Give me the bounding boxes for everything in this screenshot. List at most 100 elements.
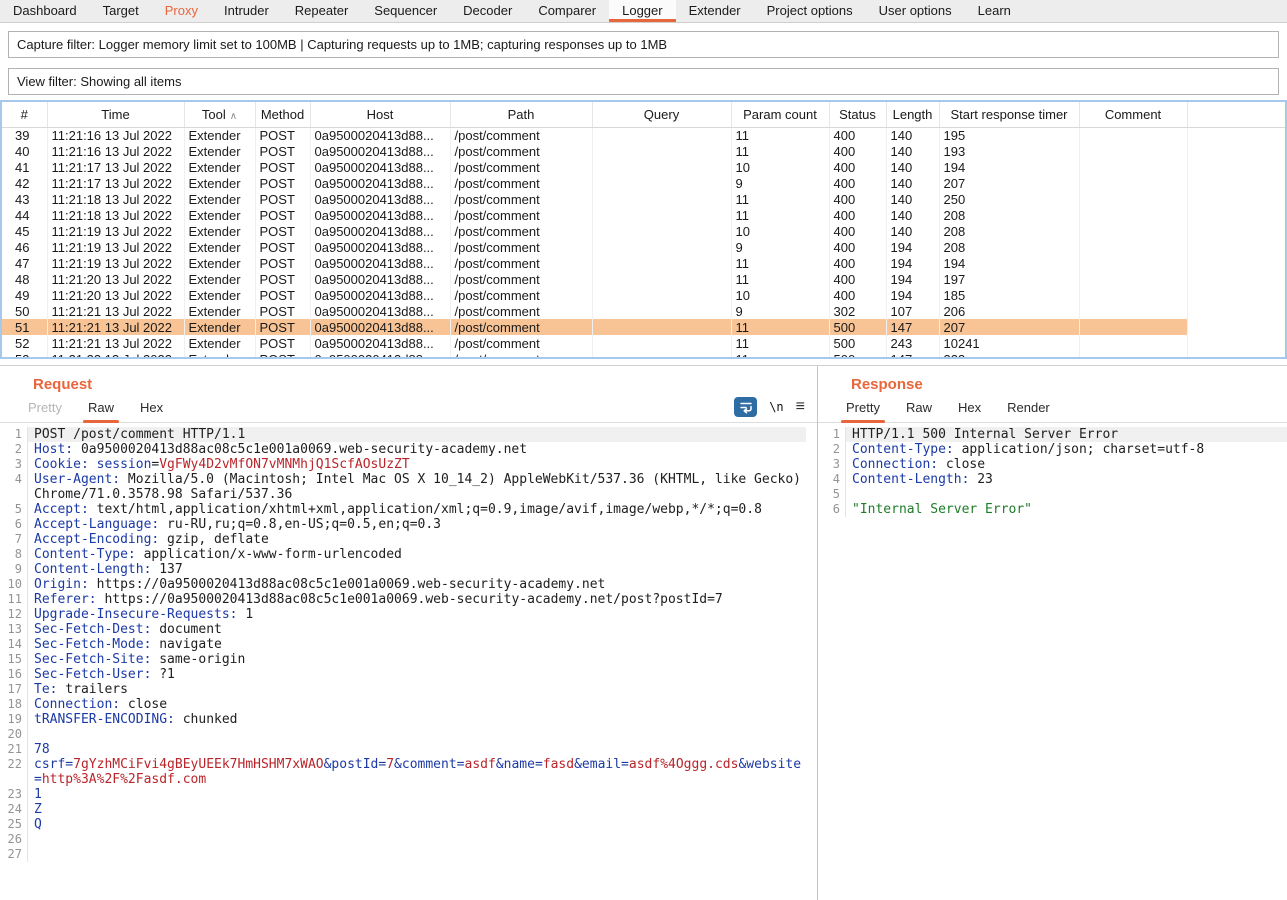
editor-line: 10Origin: https://0a9500020413d88ac08c5c… — [0, 577, 817, 592]
column-header-host[interactable]: Host — [310, 102, 450, 127]
cell-num: 42 — [2, 175, 47, 191]
table-row[interactable]: 5011:21:21 13 Jul 2022ExtenderPOST0a9500… — [2, 303, 1285, 319]
cell-path: /post/comment — [450, 175, 592, 191]
table-row[interactable]: 4811:21:20 13 Jul 2022ExtenderPOST0a9500… — [2, 271, 1285, 287]
menu-tab-repeater[interactable]: Repeater — [282, 0, 361, 22]
cell-param-count: 9 — [731, 175, 829, 191]
line-number: 13 — [0, 622, 28, 637]
table-row[interactable]: 4611:21:19 13 Jul 2022ExtenderPOST0a9500… — [2, 239, 1285, 255]
request-tabrow: PrettyRawHex \n ≡ — [0, 393, 817, 423]
cell-time: 11:21:18 13 Jul 2022 — [47, 207, 184, 223]
view-filter-text: View filter: Showing all items — [17, 74, 182, 89]
menu-tab-extender[interactable]: Extender — [676, 0, 754, 22]
table-row[interactable]: 4511:21:19 13 Jul 2022ExtenderPOST0a9500… — [2, 223, 1285, 239]
line-number: 6 — [0, 517, 28, 532]
capture-filter-bar[interactable]: Capture filter: Logger memory limit set … — [8, 31, 1279, 58]
cell-host: 0a9500020413d88... — [310, 143, 450, 159]
cell-comment — [1079, 127, 1187, 143]
line-content: "Internal Server Error" — [846, 502, 1287, 517]
response-editor[interactable]: 1HTTP/1.1 500 Internal Server Error2Cont… — [818, 423, 1287, 900]
line-content: Content-Type: application/json; charset=… — [846, 442, 1287, 457]
menu-tab-decoder[interactable]: Decoder — [450, 0, 525, 22]
table-row[interactable]: 4211:21:17 13 Jul 2022ExtenderPOST0a9500… — [2, 175, 1285, 191]
menu-tab-intruder[interactable]: Intruder — [211, 0, 282, 22]
cell-param-count: 9 — [731, 239, 829, 255]
column-header-time[interactable]: Time — [47, 102, 184, 127]
view-filter-bar[interactable]: View filter: Showing all items — [8, 68, 1279, 95]
request-tab-raw[interactable]: Raw — [78, 394, 124, 422]
table-row[interactable]: 5311:21:22 13 Jul 2022ExtenderPOST0a9500… — [2, 351, 1285, 359]
cell-method: POST — [255, 239, 310, 255]
line-content — [28, 832, 806, 847]
line-number: 9 — [0, 562, 28, 577]
table-row[interactable]: 5111:21:21 13 Jul 2022ExtenderPOST0a9500… — [2, 319, 1285, 335]
cell-comment — [1079, 255, 1187, 271]
cell-tool: Extender — [184, 175, 255, 191]
table-row[interactable]: 4411:21:18 13 Jul 2022ExtenderPOST0a9500… — [2, 207, 1285, 223]
table-row[interactable]: 4711:21:19 13 Jul 2022ExtenderPOST0a9500… — [2, 255, 1285, 271]
line-number: 8 — [0, 547, 28, 562]
line-number: 23 — [0, 787, 28, 802]
cell-host: 0a9500020413d88... — [310, 335, 450, 351]
menu-tab-user-options[interactable]: User options — [866, 0, 965, 22]
cell-tool: Extender — [184, 127, 255, 143]
cell-status: 400 — [829, 271, 886, 287]
table-row[interactable]: 4311:21:18 13 Jul 2022ExtenderPOST0a9500… — [2, 191, 1285, 207]
line-content: Te: trailers — [28, 682, 806, 697]
column-header-[interactable]: # — [2, 102, 47, 127]
table-row[interactable]: 4011:21:16 13 Jul 2022ExtenderPOST0a9500… — [2, 143, 1285, 159]
column-header-query[interactable]: Query — [592, 102, 731, 127]
cell-path: /post/comment — [450, 303, 592, 319]
column-header-param-count[interactable]: Param count — [731, 102, 829, 127]
cell-query — [592, 335, 731, 351]
response-tab-render[interactable]: Render — [997, 394, 1060, 422]
cell-path: /post/comment — [450, 191, 592, 207]
column-header-comment[interactable]: Comment — [1079, 102, 1187, 127]
cell-time: 11:21:17 13 Jul 2022 — [47, 175, 184, 191]
line-content: 78 — [28, 742, 806, 757]
line-number: 14 — [0, 637, 28, 652]
menu-tab-learn[interactable]: Learn — [965, 0, 1024, 22]
response-tab-pretty[interactable]: Pretty — [836, 394, 890, 422]
table-row[interactable]: 3911:21:16 13 Jul 2022ExtenderPOST0a9500… — [2, 127, 1285, 143]
line-number: 22 — [0, 757, 28, 787]
menu-tab-target[interactable]: Target — [90, 0, 152, 22]
menu-tab-dashboard[interactable]: Dashboard — [0, 0, 90, 22]
line-content: Host: 0a9500020413d88ac08c5c1e001a0069.w… — [28, 442, 806, 457]
cell-comment — [1079, 191, 1187, 207]
cell-start-response-timer: 208 — [939, 223, 1079, 239]
column-header-tool[interactable]: Tool∧ — [184, 102, 255, 127]
response-tab-raw[interactable]: Raw — [896, 394, 942, 422]
request-tab-pretty[interactable]: Pretty — [18, 394, 72, 422]
cell-param-count: 10 — [731, 223, 829, 239]
cell-length: 194 — [886, 287, 939, 303]
response-tab-hex[interactable]: Hex — [948, 394, 991, 422]
editor-menu-icon[interactable]: ≡ — [796, 399, 805, 415]
line-number: 21 — [0, 742, 28, 757]
menu-tab-sequencer[interactable]: Sequencer — [361, 0, 450, 22]
menu-tab-logger[interactable]: Logger — [609, 0, 675, 22]
menu-tab-comparer[interactable]: Comparer — [525, 0, 609, 22]
column-header-method[interactable]: Method — [255, 102, 310, 127]
request-tab-hex[interactable]: Hex — [130, 394, 173, 422]
show-nonprintable-icon[interactable]: \n — [769, 400, 783, 414]
editor-line: 6"Internal Server Error" — [818, 502, 1287, 517]
menu-tab-project-options[interactable]: Project options — [754, 0, 866, 22]
editor-line: 25Q — [0, 817, 817, 832]
cell-method: POST — [255, 207, 310, 223]
editor-line: 5 — [818, 487, 1287, 502]
table-row[interactable]: 4111:21:17 13 Jul 2022ExtenderPOST0a9500… — [2, 159, 1285, 175]
table-row[interactable]: 5211:21:21 13 Jul 2022ExtenderPOST0a9500… — [2, 335, 1285, 351]
table-row[interactable]: 4911:21:20 13 Jul 2022ExtenderPOST0a9500… — [2, 287, 1285, 303]
cell-query — [592, 287, 731, 303]
line-content: Sec-Fetch-Dest: document — [28, 622, 806, 637]
column-header-length[interactable]: Length — [886, 102, 939, 127]
cell-path: /post/comment — [450, 335, 592, 351]
request-editor[interactable]: 1POST /post/comment HTTP/1.12Host: 0a950… — [0, 423, 817, 900]
menu-tab-proxy[interactable]: Proxy — [152, 0, 211, 22]
column-header-path[interactable]: Path — [450, 102, 592, 127]
cell-path: /post/comment — [450, 255, 592, 271]
column-header-status[interactable]: Status — [829, 102, 886, 127]
column-header-start-response-timer[interactable]: Start response timer — [939, 102, 1079, 127]
pretty-print-icon[interactable] — [734, 397, 757, 417]
